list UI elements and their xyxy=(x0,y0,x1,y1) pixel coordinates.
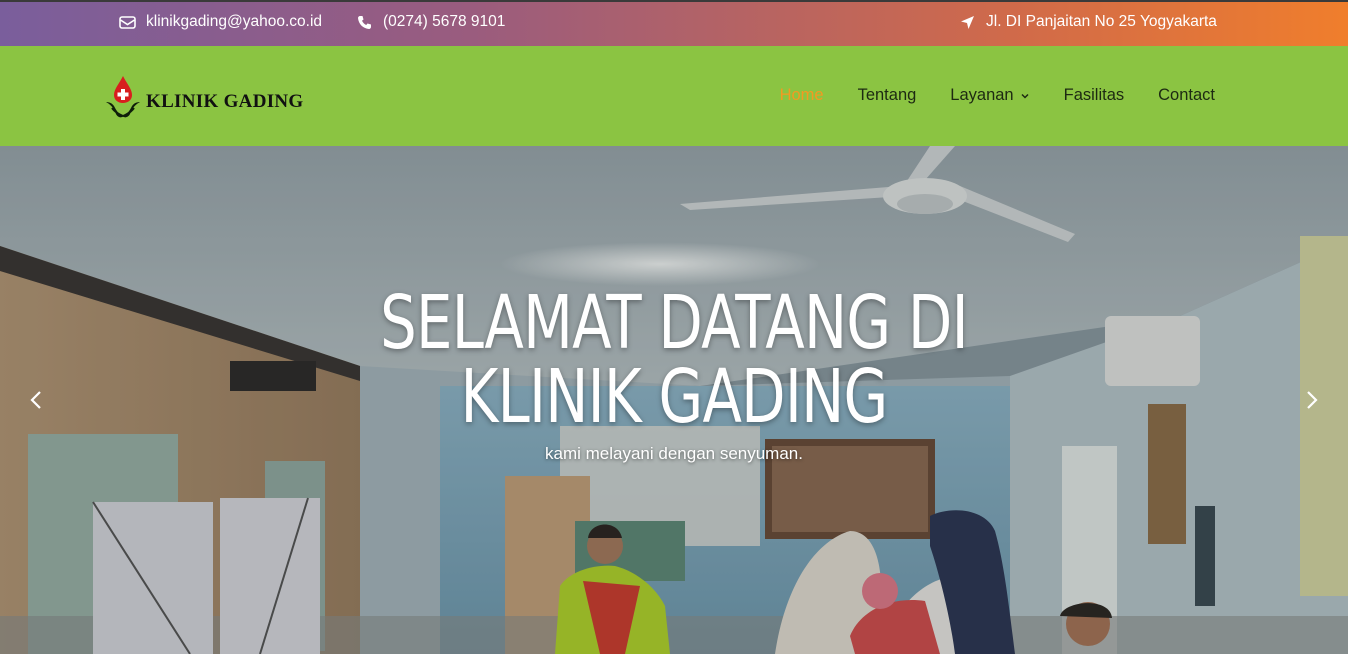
nav-item-home[interactable]: Home xyxy=(780,86,824,105)
nav-item-label: Contact xyxy=(1158,86,1215,104)
nav-item-label: Fasilitas xyxy=(1063,86,1125,104)
topbar-address-text: Jl. DI Panjaitan No 25 Yogyakarta xyxy=(986,13,1217,30)
chevron-right-icon xyxy=(1305,390,1319,415)
slider-next-button[interactable] xyxy=(1300,390,1324,414)
nav-item-label: Layanan xyxy=(950,86,1014,104)
top-info-bar: klinikgading@yahoo.co.id (0274) 5678 910… xyxy=(0,0,1348,46)
chevron-down-icon xyxy=(1020,91,1030,101)
chevron-left-icon xyxy=(29,390,43,415)
nav-item-fasilitas[interactable]: Fasilitas xyxy=(1064,86,1125,105)
topbar-phone-text: (0274) 5678 9101 xyxy=(383,13,506,30)
hero-subtitle: kami melayani dengan senyuman. xyxy=(545,444,803,463)
nav-menu: Home Tentang Layanan Fasilitas Contact xyxy=(746,86,1215,105)
nav-item-layanan[interactable]: Layanan xyxy=(950,86,1029,105)
main-navbar: KLINIK GADING Home Tentang Layanan Fasil… xyxy=(0,46,1348,146)
hero-title: SELAMAT DATANG DI KLINIK GADING xyxy=(148,286,1199,434)
topbar-email-text: klinikgading@yahoo.co.id xyxy=(146,13,323,30)
topbar-address: Jl. DI Panjaitan No 25 Yogyakarta xyxy=(958,13,1217,31)
location-arrow-icon xyxy=(958,13,976,31)
phone-icon xyxy=(355,13,373,31)
slider-prev-button[interactable] xyxy=(24,390,48,414)
nav-item-contact[interactable]: Contact xyxy=(1158,86,1215,105)
hero-title-line2: KLINIK GADING xyxy=(460,354,889,440)
envelope-icon xyxy=(118,13,136,31)
nav-item-label: Home xyxy=(779,86,824,104)
brand-logo[interactable]: KLINIK GADING xyxy=(104,74,304,125)
brand-name: KLINIK GADING xyxy=(146,90,304,112)
nav-item-label: Tentang xyxy=(857,86,917,104)
topbar-phone[interactable]: (0274) 5678 9101 xyxy=(355,13,505,31)
topbar-email[interactable]: klinikgading@yahoo.co.id xyxy=(118,13,322,31)
nav-item-tentang[interactable]: Tentang xyxy=(858,86,917,105)
clinic-logo-icon xyxy=(104,74,142,125)
hero-slider: SELAMAT DATANG DI KLINIK GADING kami mel… xyxy=(0,146,1348,654)
